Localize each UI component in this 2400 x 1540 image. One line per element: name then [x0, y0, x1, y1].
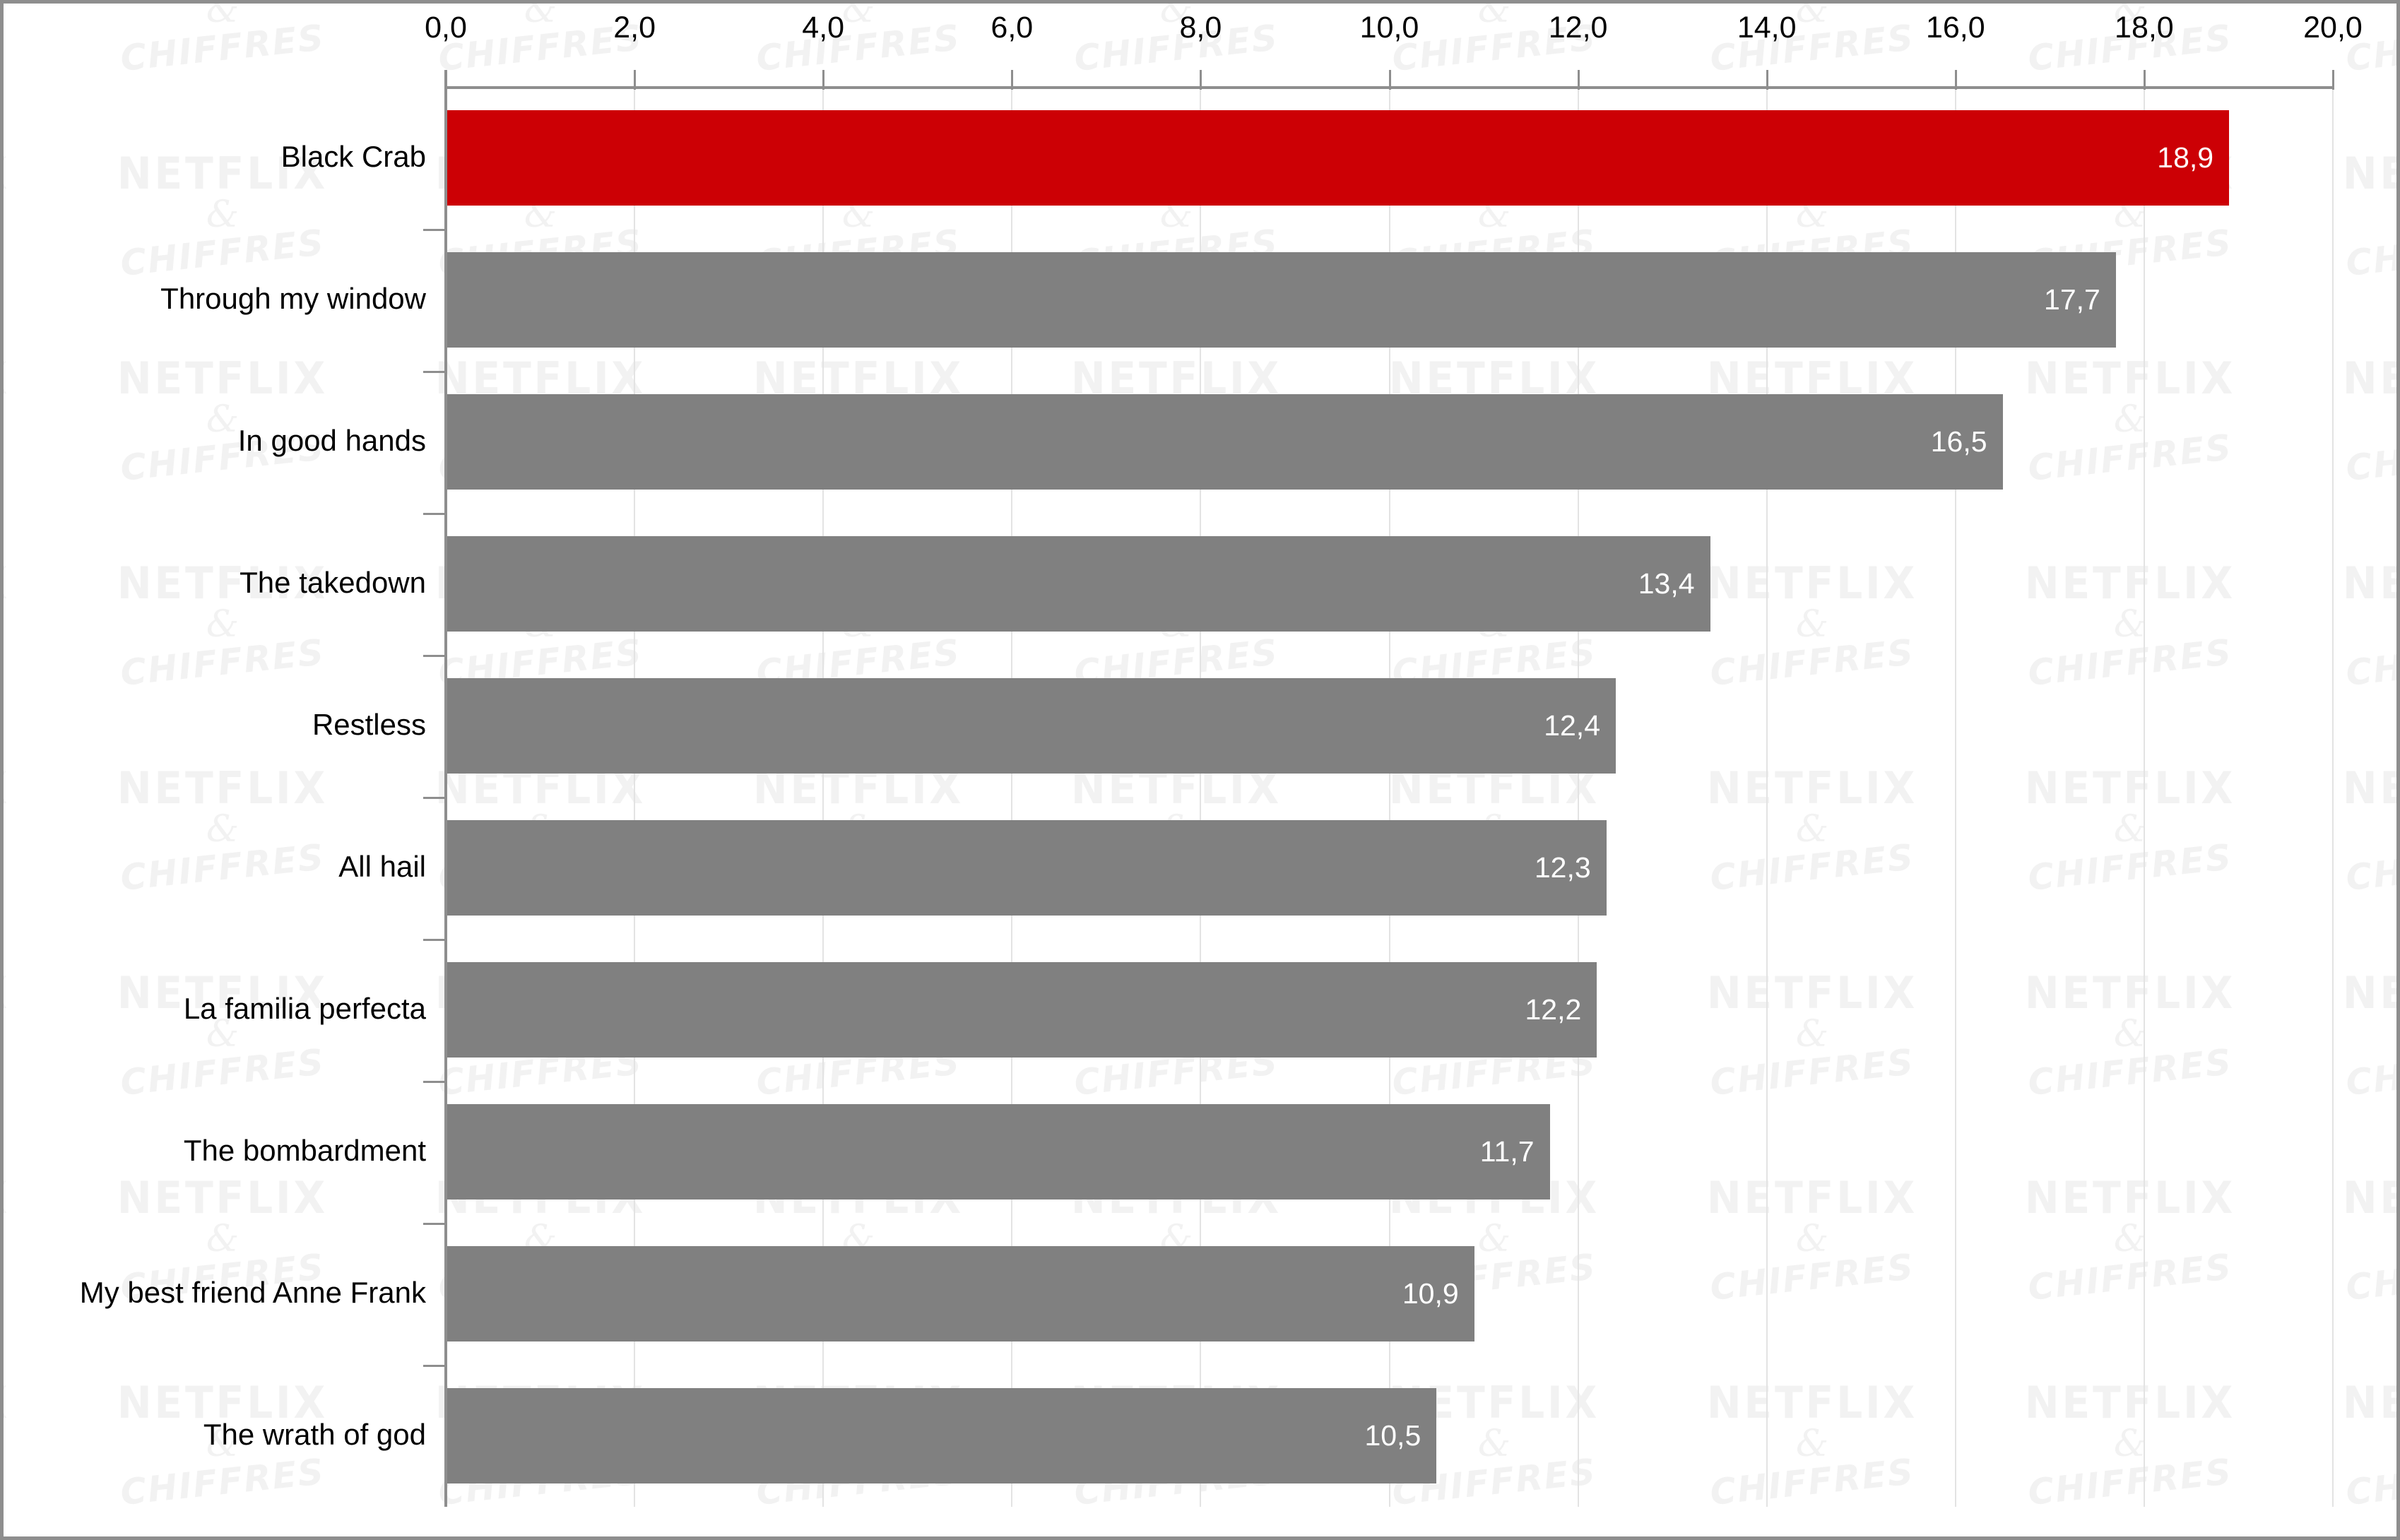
bar-value-label: 11,7: [1479, 1135, 1535, 1168]
bar-row: 12,4: [446, 678, 2333, 774]
bar-value-label: 12,2: [1525, 993, 1582, 1026]
x-axis-tick: [1577, 70, 1580, 90]
x-axis-tick: [2143, 70, 2146, 90]
category-label: The bombardment: [183, 1133, 426, 1167]
x-axis-tick: [1388, 70, 1391, 90]
category-axis-tick: [423, 513, 446, 515]
x-axis-tick: [822, 70, 825, 90]
x-axis-tick: [1200, 70, 1202, 90]
x-axis-tick-label: 8,0: [1179, 11, 1222, 45]
bar-row: 12,3: [446, 820, 2333, 916]
bar-value-label: 13,4: [1638, 567, 1695, 600]
x-axis-tick: [1954, 70, 1957, 90]
bar[interactable]: 17,7: [446, 252, 2116, 348]
bar-row: 17,7: [446, 252, 2333, 348]
category-axis-tick: [423, 655, 446, 657]
category-label: The wrath of god: [203, 1417, 426, 1451]
x-axis-tick-label: 16,0: [1925, 11, 1985, 45]
category-label: All hail: [338, 849, 426, 883]
category-axis-tick: [423, 371, 446, 373]
category-label: In good hands: [237, 423, 426, 457]
x-axis-tick: [2332, 70, 2334, 90]
category-label: Through my window: [160, 281, 426, 315]
bar-value-label: 12,3: [1534, 851, 1591, 884]
bar-value-label: 12,4: [1544, 709, 1601, 742]
bar[interactable]: 11,7: [446, 1104, 1550, 1200]
bar[interactable]: 10,9: [446, 1246, 1474, 1341]
bar-row: 11,7: [446, 1104, 2333, 1200]
category-axis-tick: [423, 797, 446, 799]
chart-canvas: NETFLIX&CHIFFRESNETFLIX&CHIFFRESNETFLIX&…: [0, 0, 2400, 1540]
bar-row: 16,5: [446, 394, 2333, 490]
category-axis-tick: [423, 939, 446, 941]
x-axis-tick-label: 10,0: [1359, 11, 1419, 45]
x-axis-tick-label: 14,0: [1737, 11, 1797, 45]
x-axis-tick: [634, 70, 637, 90]
bar[interactable]: 16,5: [446, 394, 2003, 490]
bar-value-label: 10,5: [1364, 1419, 1421, 1452]
category-axis-tick: [423, 1365, 446, 1367]
category-label: Black Crab: [280, 139, 426, 173]
x-axis-tick-label: 2,0: [613, 11, 656, 45]
bar-row: 13,4: [446, 536, 2333, 632]
category-label: La familia perfecta: [183, 991, 426, 1025]
category-axis-tick: [423, 1081, 446, 1083]
x-axis-tick: [1011, 70, 1014, 90]
bar-value-label: 16,5: [1930, 425, 1987, 458]
bar[interactable]: 10,5: [446, 1388, 1437, 1483]
category-axis-tick: [423, 229, 446, 231]
bar-value-label: 17,7: [2044, 283, 2100, 316]
bar-row: 10,9: [446, 1246, 2333, 1341]
x-axis-tick-label: 6,0: [991, 11, 1034, 45]
x-axis-tick-label: 18,0: [2115, 11, 2174, 45]
bar[interactable]: 18,9: [446, 110, 2230, 206]
bar[interactable]: 12,4: [446, 678, 1616, 774]
category-label: Restless: [312, 707, 426, 741]
bar-row: 12,2: [446, 962, 2333, 1058]
bar-row: 10,5: [446, 1388, 2333, 1483]
bar-row: 18,9: [446, 110, 2333, 206]
category-axis-line: [444, 70, 447, 1507]
bar[interactable]: 12,3: [446, 820, 1607, 916]
bar[interactable]: 13,4: [446, 536, 1710, 632]
plot-area: 18,9 17,7 16,5 13,4 12,4 12,3 12,2 11,7 10,9 10,5: [445, 87, 2334, 1507]
category-labels: Black Crab Through my window In good hands…: [4, 4, 426, 1536]
x-axis-tick: [1766, 70, 1768, 90]
x-axis-tick-label: 12,0: [1548, 11, 1608, 45]
bar[interactable]: 12,2: [446, 962, 1597, 1058]
category-axis-tick: [423, 1223, 446, 1225]
bar-value-label: 18,9: [2157, 141, 2214, 174]
category-label: The takedown: [240, 565, 426, 599]
category-label: My best friend Anne Frank: [79, 1275, 426, 1309]
x-axis-tick-label: 20,0: [2303, 11, 2363, 45]
bar-value-label: 10,9: [1402, 1277, 1459, 1310]
x-axis-tick-label: 4,0: [802, 11, 845, 45]
